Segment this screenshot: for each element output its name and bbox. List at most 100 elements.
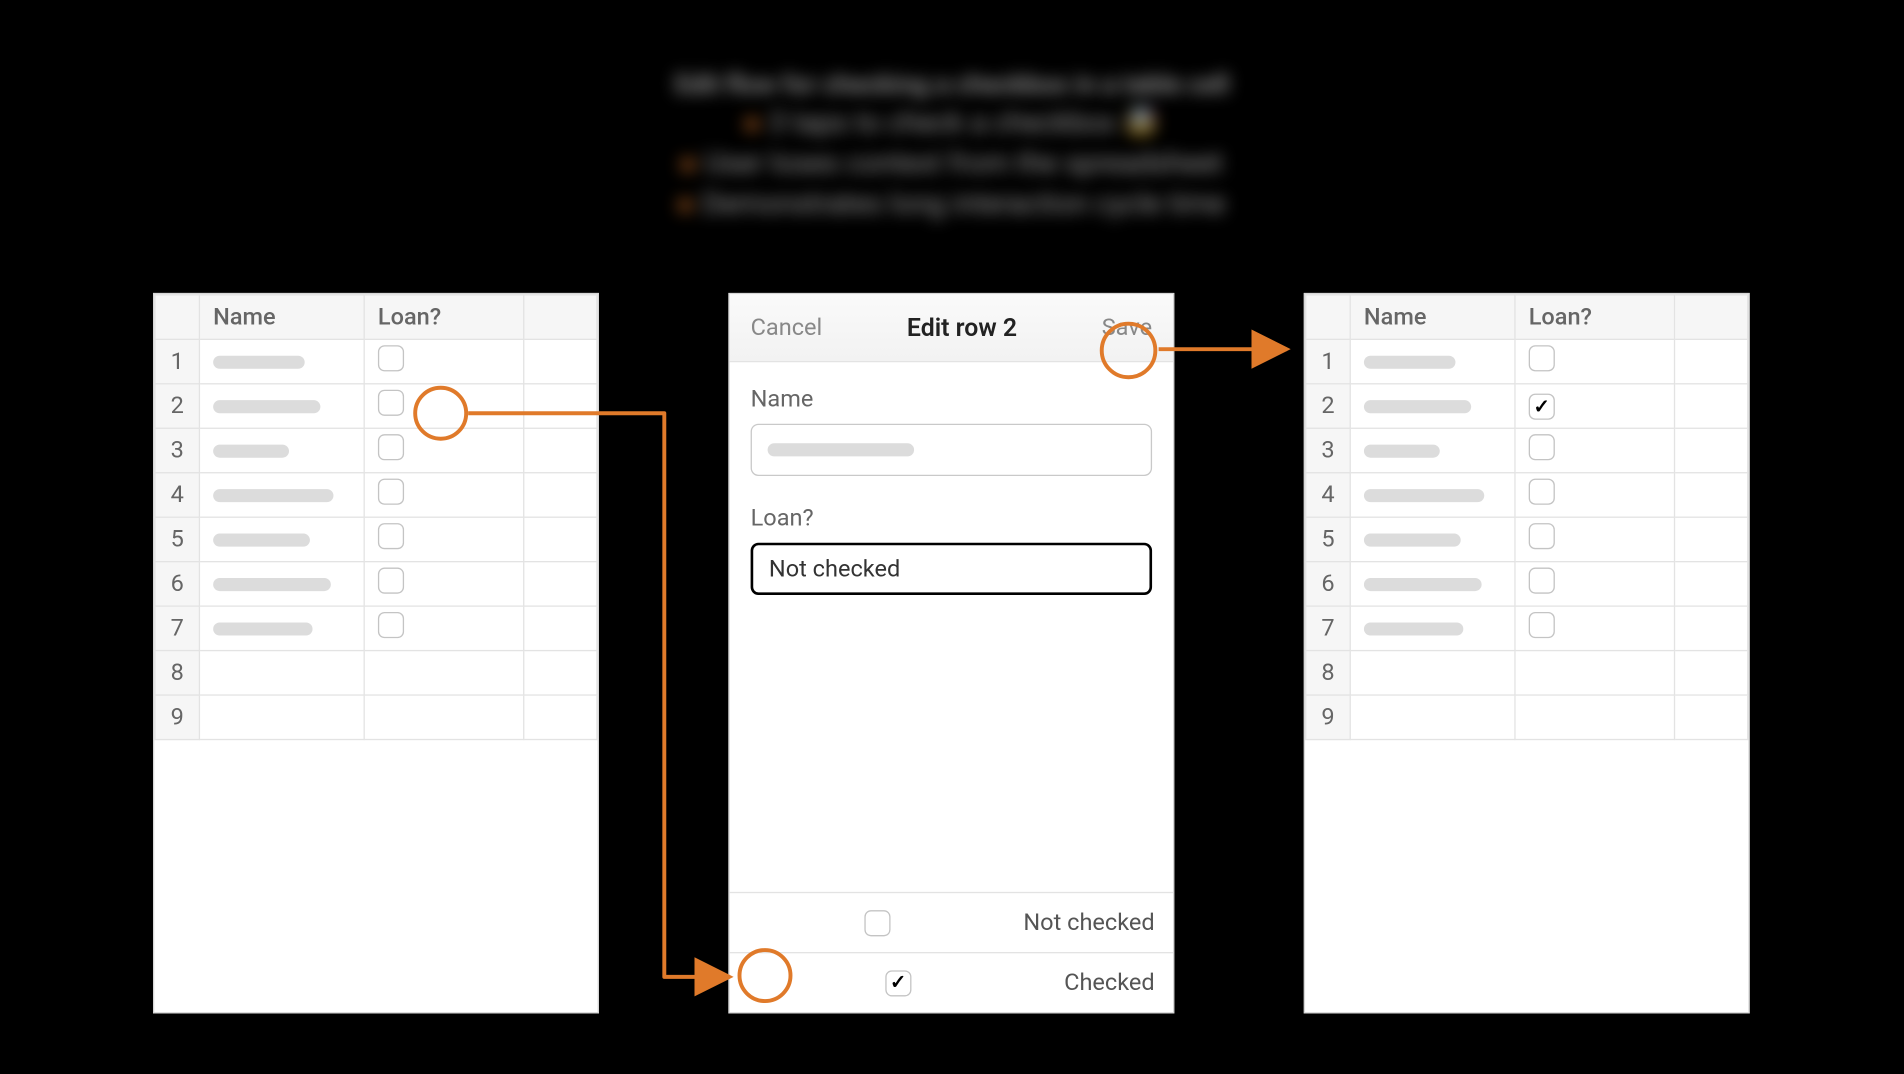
row-number: 6 [155,562,199,606]
save-button[interactable]: Save [1102,314,1152,341]
header-loan: Loan? [364,295,524,339]
cell-name[interactable] [1350,428,1515,472]
cell-name[interactable] [1350,651,1515,695]
table-row: 9 [155,695,597,739]
cell-loan[interactable] [1515,695,1675,739]
cell-name[interactable] [1350,339,1515,383]
row-number: 7 [1306,606,1350,650]
checkbox-icon [1529,479,1555,505]
cell-name[interactable] [199,473,364,517]
slide-bullets: Edit flow for checking a checkbox in a t… [0,68,1904,221]
row-number: 3 [155,428,199,472]
cell-extra[interactable] [1675,651,1748,695]
text-placeholder [213,622,312,635]
cell-name[interactable] [1350,517,1515,561]
option-not-checked[interactable]: Not checked [730,893,1173,953]
cell-name[interactable] [1350,606,1515,650]
header-loan: Loan? [1515,295,1675,339]
cell-extra[interactable] [524,384,597,428]
option-checked[interactable]: Checked [730,953,1173,1012]
cell-name[interactable] [1350,695,1515,739]
table-after-panel: Name Loan? 123456789 [1304,293,1750,1014]
cell-loan[interactable] [1515,562,1675,606]
cell-name[interactable] [199,517,364,561]
edit-modal: Cancel Edit row 2 Save Name Loan? Not ch… [728,293,1174,1014]
cell-name[interactable] [1350,562,1515,606]
row-number: 8 [155,651,199,695]
cancel-button[interactable]: Cancel [751,314,823,341]
cell-name[interactable] [199,695,364,739]
checkbox-icon [1529,612,1555,638]
name-field[interactable] [751,424,1152,476]
row-number: 9 [1306,695,1350,739]
cell-extra[interactable] [1675,562,1748,606]
text-placeholder [213,488,333,501]
table-before-panel: Name Loan? 123456789 [153,293,599,1014]
cell-loan[interactable] [1515,473,1675,517]
row-number: 4 [1306,473,1350,517]
header-rownum [155,295,199,339]
cell-extra[interactable] [1675,517,1748,561]
cell-extra[interactable] [1675,695,1748,739]
cell-loan[interactable] [1515,651,1675,695]
cell-extra[interactable] [1675,428,1748,472]
cell-loan[interactable] [364,606,524,650]
cell-loan[interactable] [1515,606,1675,650]
text-placeholder [1364,444,1440,457]
cell-name[interactable] [199,651,364,695]
cell-name[interactable] [199,428,364,472]
table-row: 3 [1306,428,1748,472]
cell-loan[interactable] [364,473,524,517]
cell-name[interactable] [1350,473,1515,517]
cell-extra[interactable] [524,606,597,650]
cell-extra[interactable] [1675,606,1748,650]
cell-extra[interactable] [524,651,597,695]
table-row: 4 [1306,473,1748,517]
cell-loan[interactable] [1515,428,1675,472]
checkbox-icon [1529,345,1555,371]
header-name: Name [199,295,364,339]
checkbox-icon [378,568,404,594]
cell-extra[interactable] [524,428,597,472]
cell-extra[interactable] [524,695,597,739]
checkbox-icon [378,345,404,371]
cell-extra[interactable] [1675,473,1748,517]
cell-extra[interactable] [1675,384,1748,428]
cell-extra[interactable] [1675,339,1748,383]
cell-loan[interactable] [364,651,524,695]
text-placeholder [213,355,305,368]
cell-extra[interactable] [524,562,597,606]
text-placeholder [1364,622,1463,635]
cell-loan[interactable] [364,384,524,428]
cell-loan[interactable] [1515,339,1675,383]
text-placeholder [213,444,289,457]
table-row: 2 [155,384,597,428]
cell-name[interactable] [1350,384,1515,428]
cell-loan[interactable] [1515,517,1675,561]
header-rownum [1306,295,1350,339]
cell-name[interactable] [199,606,364,650]
checkbox-icon [378,612,404,638]
bullet-icon [681,158,694,171]
cell-loan[interactable] [364,517,524,561]
header-extra [524,295,597,339]
name-field-placeholder [768,443,915,456]
row-number: 9 [155,695,199,739]
cell-extra[interactable] [524,339,597,383]
cell-name[interactable] [199,339,364,383]
table-row: 5 [1306,517,1748,561]
table-after: Name Loan? 123456789 [1305,294,1748,740]
cell-loan[interactable] [364,428,524,472]
cell-name[interactable] [199,562,364,606]
cell-extra[interactable] [524,473,597,517]
cell-loan[interactable] [364,562,524,606]
cell-name[interactable] [199,384,364,428]
cell-loan[interactable] [1515,384,1675,428]
cell-extra[interactable] [524,517,597,561]
loan-field-value: Not checked [769,555,900,582]
checkbox-icon [1529,434,1555,460]
loan-field[interactable]: Not checked [751,543,1152,595]
cell-loan[interactable] [364,339,524,383]
table-row: 6 [155,562,597,606]
cell-loan[interactable] [364,695,524,739]
